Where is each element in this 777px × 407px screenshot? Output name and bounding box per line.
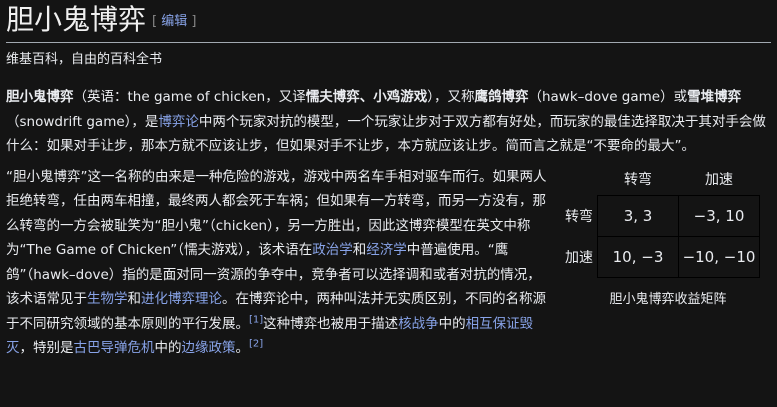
link-cuban-missile-crisis[interactable]: 古巴导弹危机 xyxy=(74,340,155,356)
page-title: 胆小鬼博弈 [ 编辑 ] xyxy=(6,0,771,43)
reference-2[interactable]: [2] xyxy=(249,339,263,350)
edit-link[interactable]: 编辑 xyxy=(161,14,187,29)
reference-1[interactable]: [1] xyxy=(249,314,263,325)
term-bold: 胆小鬼博弈 xyxy=(6,89,74,105)
link-biology[interactable]: 生物学 xyxy=(87,291,128,307)
term-bold: 雪堆博弈 xyxy=(687,89,742,105)
text: 这种博弈也被用于描述 xyxy=(263,315,399,332)
matrix-caption: 胆小鬼博弈收益矩阵 xyxy=(609,291,727,307)
payoff-table: 转弯 加速 转弯 3, 3 −3, 10 加速 10, −3 −10, −10 xyxy=(565,163,760,278)
term-bold: 鹰鸽博弈 xyxy=(474,89,529,105)
row-header: 加速 xyxy=(565,249,593,266)
row-header: 转弯 xyxy=(565,208,593,225)
payoff-matrix: 转弯 加速 转弯 3, 3 −3, 10 加速 10, −3 −10, −10 胆小鬼博弈… xyxy=(565,163,771,307)
col-header: 转弯 xyxy=(624,171,652,188)
bracket-close: ] xyxy=(191,14,197,29)
text: ，特别是 xyxy=(19,340,74,356)
text: （snowdrift game），是 xyxy=(6,113,159,130)
text: 中的 xyxy=(154,340,182,356)
edit-section: [ 编辑 ] xyxy=(152,14,196,29)
link-brinkmanship[interactable]: 边缘政策 xyxy=(182,340,236,356)
table-row: 转弯 3, 3 −3, 10 xyxy=(565,194,760,237)
link-nuclear-war[interactable]: 核战争 xyxy=(398,316,439,332)
link-economics[interactable]: 经济学 xyxy=(366,242,407,258)
link-evolutionary-game-theory[interactable]: 进化博弈理论 xyxy=(141,291,222,307)
text: 中的 xyxy=(438,315,466,332)
link-political-science[interactable]: 政治学 xyxy=(312,242,353,258)
link-game-theory[interactable]: 博弈论 xyxy=(158,114,199,130)
text: 、 xyxy=(359,89,374,105)
term-bold: 懦夫博弈 xyxy=(305,89,360,105)
table-row: 加速 10, −3 −10, −10 xyxy=(565,235,760,278)
text: （hawk–dove game）或 xyxy=(528,89,688,105)
site-tagline: 维基百科，自由的百科全书 xyxy=(6,52,163,67)
payoff-cell: 3, 3 xyxy=(597,194,679,237)
col-header: 加速 xyxy=(705,171,733,188)
text: （英语：the game of chicken，又译 xyxy=(73,89,306,105)
text: 和 xyxy=(352,242,367,258)
payoff-cell: 10, −3 xyxy=(597,235,679,278)
page-title-text: 胆小鬼博弈 xyxy=(6,3,147,36)
payoff-cell: −3, 10 xyxy=(678,194,760,237)
intro-paragraph: 胆小鬼博弈（英语：the game of chicken，又译懦夫博弈、小鸡游戏… xyxy=(6,85,771,159)
term-bold: 小鸡游戏 xyxy=(373,89,428,105)
payoff-cell: −10, −10 xyxy=(678,235,760,278)
text: 。 xyxy=(235,340,250,356)
bracket-open: [ xyxy=(152,14,158,29)
text: 和 xyxy=(127,291,142,307)
text: ），又称 xyxy=(427,89,475,105)
